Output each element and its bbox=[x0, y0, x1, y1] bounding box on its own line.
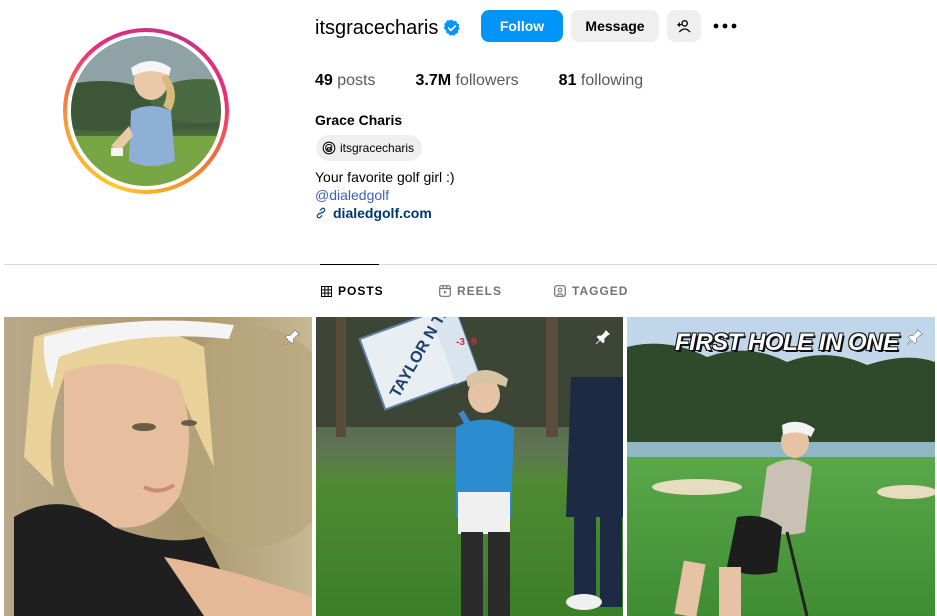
tab-reels[interactable]: REELS bbox=[439, 284, 502, 298]
pinned-icon bbox=[284, 329, 300, 345]
followers-count: 3.7M bbox=[415, 72, 452, 89]
threads-badge[interactable]: itsgracecharis bbox=[316, 135, 423, 161]
grid-icon bbox=[321, 285, 332, 297]
link-icon bbox=[316, 207, 326, 219]
posts-count: 49 bbox=[315, 72, 333, 89]
post-overlay-caption: FIRST HOLE IN ONE bbox=[675, 329, 899, 356]
suggested-users-button[interactable] bbox=[667, 10, 701, 42]
threads-icon bbox=[322, 141, 336, 155]
followers-stat[interactable]: 3.7M followers bbox=[416, 72, 519, 90]
story-ring[interactable] bbox=[63, 28, 229, 194]
website-link[interactable]: dialedgolf.com bbox=[315, 204, 432, 222]
post-photo-hole-in-one bbox=[627, 317, 935, 616]
tab-posts[interactable]: POSTS bbox=[321, 284, 384, 298]
message-button[interactable]: Message bbox=[571, 10, 659, 42]
tagged-icon bbox=[554, 285, 566, 297]
pinned-icon bbox=[907, 329, 923, 345]
bio-text: Your favorite golf girl :) bbox=[315, 169, 455, 185]
tabs-divider bbox=[4, 264, 937, 265]
post-tile[interactable]: TAYLOR N TARDE HODGES -3 -9 bbox=[316, 317, 623, 616]
tab-tagged-label: TAGGED bbox=[572, 284, 629, 298]
username: itsgracecharis bbox=[315, 17, 439, 39]
profile-tabs: POSTS REELS TAGGED bbox=[0, 284, 937, 300]
more-options-icon[interactable] bbox=[712, 16, 738, 36]
reels-icon bbox=[439, 285, 451, 297]
profile-stats: 49 posts 3.7M followers 81 following bbox=[315, 72, 683, 90]
mention-link[interactable]: @dialedgolf bbox=[315, 186, 389, 204]
following-count: 81 bbox=[558, 72, 577, 89]
tab-posts-label: POSTS bbox=[338, 284, 384, 298]
verified-badge-icon bbox=[443, 19, 460, 36]
profile-page: itsgracecharis Follow Message 49 posts 3… bbox=[0, 0, 937, 616]
following-stat[interactable]: 81 following bbox=[559, 72, 644, 90]
avatar bbox=[71, 36, 221, 186]
post-tile[interactable] bbox=[4, 317, 312, 616]
avatar-photo-illustration bbox=[71, 36, 221, 186]
followers-label: followers bbox=[455, 72, 519, 89]
posts-stat: 49 posts bbox=[315, 72, 376, 90]
tab-tagged[interactable]: TAGGED bbox=[554, 284, 628, 298]
active-tab-indicator bbox=[320, 264, 379, 265]
sign-numbers-text: -3 -9 bbox=[456, 337, 477, 348]
post-photo-golfer-closeup bbox=[4, 317, 312, 616]
following-label: following bbox=[580, 72, 644, 89]
pinned-icon bbox=[595, 329, 611, 345]
follow-button[interactable]: Follow bbox=[481, 10, 563, 42]
posts-label: posts bbox=[337, 72, 376, 89]
add-person-icon bbox=[677, 20, 691, 33]
post-tile[interactable]: FIRST HOLE IN ONE bbox=[627, 317, 935, 616]
tab-reels-label: REELS bbox=[457, 284, 503, 298]
full-name: Grace Charis bbox=[315, 112, 403, 128]
threads-handle: itsgracecharis bbox=[340, 141, 415, 155]
website-label: dialedgolf.com bbox=[333, 205, 432, 221]
post-photo-golf-course-sign: TAYLOR N TARDE HODGES -3 -9 bbox=[316, 317, 623, 616]
